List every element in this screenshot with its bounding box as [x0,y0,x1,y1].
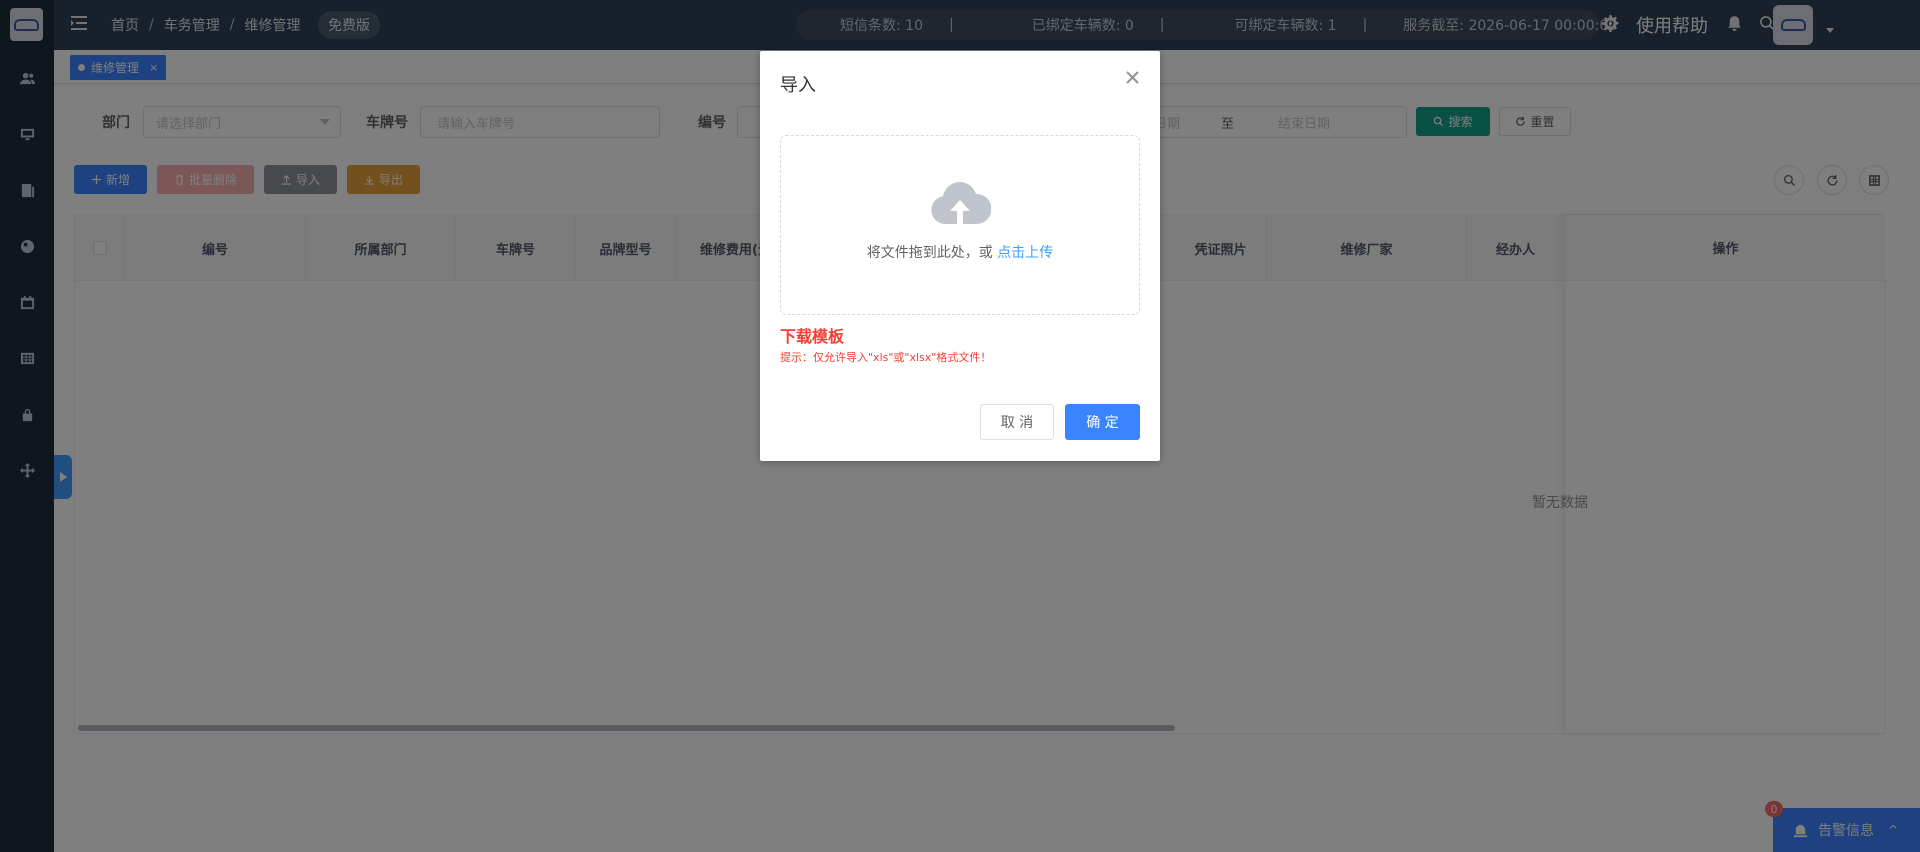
dropzone-text: 将文件拖到此处，或 点击上传 [781,242,1139,262]
import-dialog: 导入 将文件拖到此处，或 点击上传 下载模板 提示：仅允许导入"xls"或"xl… [760,51,1160,461]
file-format-tip: 提示：仅允许导入"xls"或"xlsx"格式文件！ [780,351,992,364]
dialog-title: 导入 [780,75,816,96]
confirm-button[interactable]: 确 定 [1065,404,1140,440]
upload-dropzone[interactable]: 将文件拖到此处，或 点击上传 [780,135,1140,315]
cloud-upload-icon [931,182,991,224]
click-upload-link[interactable]: 点击上传 [997,245,1053,261]
drop-hint: 将文件拖到此处，或 [866,245,993,261]
download-template-link[interactable]: 下载模板 [780,323,844,347]
close-icon[interactable] [1126,71,1142,87]
cancel-button[interactable]: 取 消 [980,404,1054,440]
